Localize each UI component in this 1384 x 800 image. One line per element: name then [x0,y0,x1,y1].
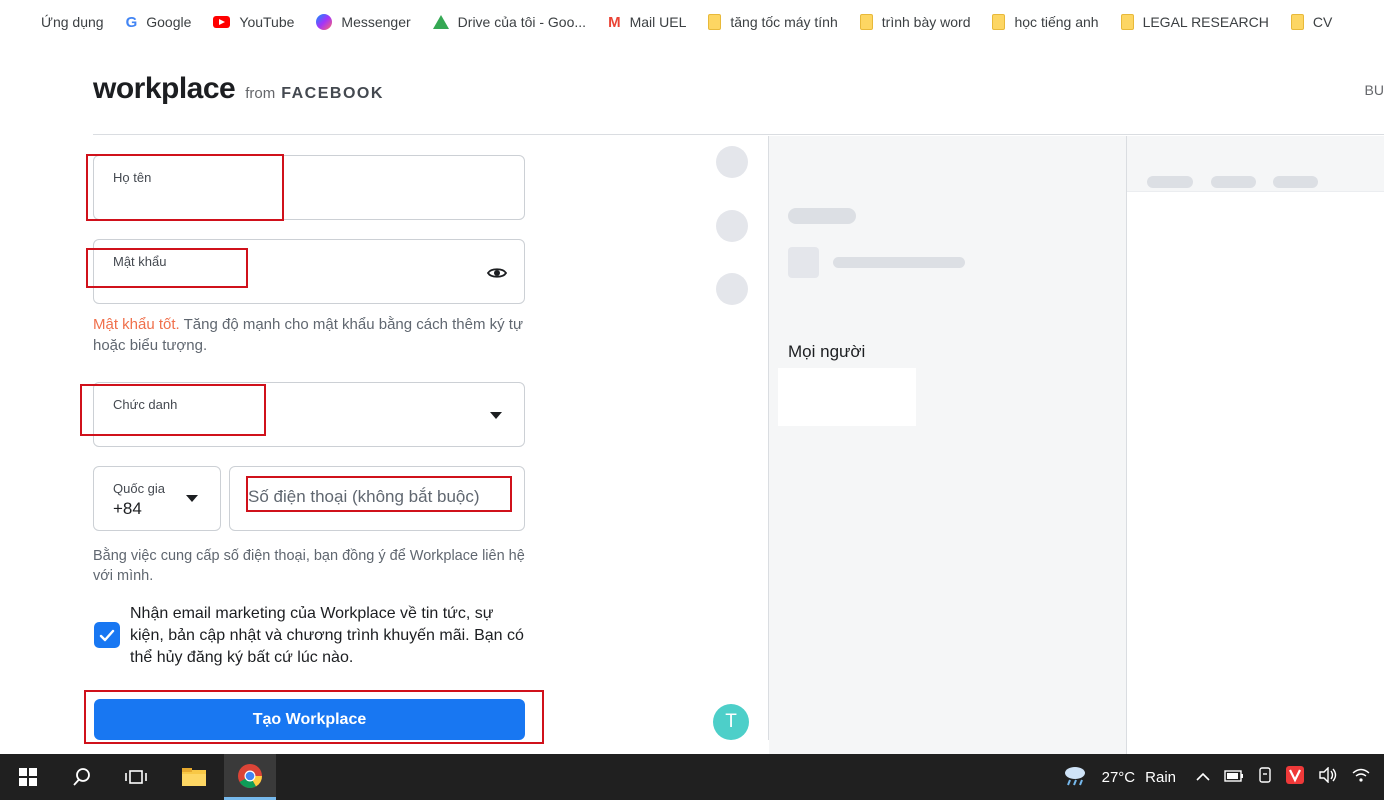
bookmark-folder-cv[interactable]: CV [1290,14,1333,30]
fullname-input[interactable]: Họ tên [93,155,525,220]
preview-right-header [1127,136,1384,192]
folder-icon [182,768,206,786]
bookmark-messenger[interactable]: Messenger [316,14,411,30]
placeholder-line [1147,176,1193,188]
bookmark-label: Messenger [341,14,411,30]
jobtitle-select[interactable]: Chức danh [93,382,525,447]
messenger-icon [316,14,333,30]
jobtitle-label: Chức danh [113,397,178,412]
create-workplace-button[interactable]: Tạo Workplace [94,699,525,740]
fullname-label: Họ tên [113,170,152,185]
bookmark-label: Mail UEL [629,14,687,30]
people-title: Mọi người [788,342,866,361]
chevron-down-icon [186,495,198,502]
youtube-icon [213,16,231,28]
eye-icon[interactable] [487,266,507,280]
people-card [778,368,916,426]
bookmark-google[interactable]: G Google [126,14,192,31]
folder-icon [1290,14,1304,30]
chrome-taskbar-button[interactable] [224,754,276,800]
placeholder-avatar [716,273,748,305]
file-explorer-button[interactable] [172,754,216,800]
bookmark-label: Ứng dụng [41,14,104,30]
placeholder-line [1273,176,1318,188]
wifi-icon[interactable] [1352,767,1370,787]
logo-from: from [245,85,276,102]
bookmark-folder-legal[interactable]: LEGAL RESEARCH [1120,14,1269,30]
system-tray: 27°C Rain [1062,754,1384,800]
chevron-down-icon [490,412,502,419]
workplace-preview: T Mọi người [695,136,1384,754]
user-avatar: T [713,704,749,740]
bookmark-label: Drive của tôi - Goo... [457,14,587,30]
bookmark-mail-uel[interactable]: M Mail UEL [608,14,686,31]
weather-temp[interactable]: 27°C [1102,769,1136,786]
bookmark-label: Google [146,14,192,30]
weather-text[interactable]: Rain [1145,769,1176,786]
device-icon[interactable] [1258,766,1272,788]
apps-grid-icon [16,14,32,30]
marketing-checkbox[interactable] [94,622,120,648]
vivaldi-icon[interactable] [1286,766,1304,788]
folder-icon [708,14,722,30]
placeholder-avatar [716,146,748,178]
marketing-text: Nhận email marketing của Workplace về ti… [130,605,524,666]
bookmark-apps[interactable]: Ứng dụng [16,14,104,30]
password-input[interactable]: Mật khẩu [93,239,525,304]
bookmark-drive[interactable]: Drive của tôi - Goo... [432,14,587,30]
preview-main [769,136,1127,754]
gmail-icon: M [608,13,621,31]
preview-rail: T [695,136,769,740]
chrome-icon [238,763,262,788]
password-hint: Mật khẩu tốt. Tăng độ mạnh cho mật khẩu … [93,314,525,356]
placeholder-avatar [716,210,748,242]
logo-brand: FACEBOOK [281,85,384,102]
folder-icon [1120,14,1134,30]
start-button[interactable] [6,754,50,800]
volume-icon[interactable] [1318,766,1338,787]
search-icon [73,768,90,786]
windows-logo-icon [19,768,37,786]
task-view-icon [125,770,147,784]
google-icon: G [125,13,138,31]
placeholder-square [788,247,819,278]
phone-input[interactable]: Số điện thoại (không bắt buộc) [229,466,525,531]
folder-icon [859,14,873,30]
placeholder-line [1211,176,1256,188]
windows-taskbar: 27°C Rain [0,754,1384,800]
phone-placeholder: Số điện thoại (không bắt buộc) [248,487,480,506]
bookmarks-bar: Ứng dụng G Google YouTube Messenger Driv… [0,0,1384,44]
taskbar-search-button[interactable] [60,754,104,800]
country-label: Quốc gia [113,481,166,496]
bookmark-folder-english[interactable]: học tiếng anh [992,14,1099,30]
page-header: workplace from FACEBOOK BU [93,44,1384,135]
password-strength: Mật khẩu tốt. [93,316,180,333]
bookmark-label: CV [1312,14,1333,30]
country-select[interactable]: Quốc gia +84 [93,466,221,531]
bookmark-folder-speedup[interactable]: tăng tốc máy tính [708,14,838,30]
battery-icon[interactable] [1224,769,1244,786]
country-code: +84 [113,499,142,518]
password-label: Mật khẩu [113,254,167,269]
logo-wordmark: workplace [93,72,236,105]
bookmark-label: trình bày word [881,14,971,30]
bookmark-label: học tiếng anh [1014,14,1099,30]
placeholder-line [833,257,965,268]
header-right-link[interactable]: BU [1365,82,1384,98]
phone-consent: Bằng việc cung cấp số điện thoại, bạn đồ… [93,548,525,584]
bookmark-label: YouTube [239,14,295,30]
workplace-logo[interactable]: workplace from FACEBOOK [93,72,384,106]
weather-icon[interactable] [1062,764,1088,790]
check-icon [99,629,115,641]
task-view-button[interactable] [114,754,158,800]
placeholder-line [788,208,856,224]
chevron-up-icon[interactable] [1196,769,1210,786]
bookmark-label: LEGAL RESEARCH [1142,14,1269,30]
bookmark-youtube[interactable]: YouTube [213,14,294,30]
folder-icon [992,14,1006,30]
bookmark-label: tăng tốc máy tính [730,14,838,30]
preview-right [1127,136,1384,754]
bookmark-folder-word[interactable]: trình bày word [859,14,971,30]
google-drive-icon [432,15,449,29]
